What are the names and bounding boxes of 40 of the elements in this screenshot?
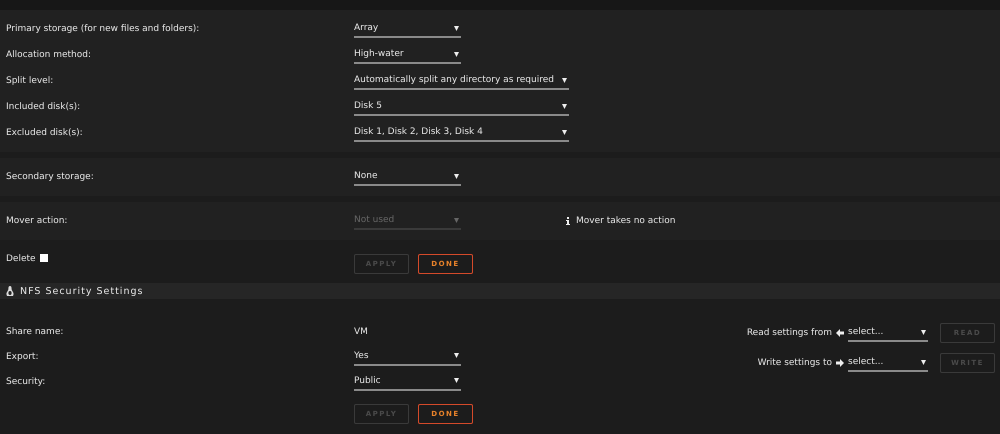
arrow-left-icon: [836, 329, 844, 337]
caret-icon: [921, 360, 926, 364]
field-label: Write settings to: [758, 358, 832, 368]
dropdown-field[interactable]: High-water: [354, 46, 461, 64]
arrow-right-icon: [836, 359, 844, 367]
field-value: VM: [354, 326, 368, 336]
field-label: Excluded disk(s):: [5, 128, 84, 138]
dropdown-field[interactable]: Public: [354, 372, 461, 390]
field-label: Primary storage (for new files and folders):: [5, 24, 200, 34]
caret-icon: [454, 353, 459, 358]
dropdown-field[interactable]: Disk 1, Disk 2, Disk 3, Disk 4: [354, 124, 569, 142]
field-label: Read settings from: [746, 328, 832, 338]
caret-icon: [562, 104, 567, 108]
caret-icon: [454, 218, 459, 222]
field-label: Share name:: [5, 326, 64, 336]
penguin-icon: [6, 286, 14, 296]
delete-checkbox[interactable]: Delete: [0, 254, 354, 276]
field-label: Mover action:: [5, 216, 68, 226]
field-label: Security:: [5, 376, 46, 386]
caret-icon: [454, 174, 459, 178]
caret-icon: [562, 130, 567, 134]
field-label: Export:: [5, 352, 40, 362]
caret-icon: [454, 26, 459, 30]
dropdown-field[interactable]: Array: [354, 20, 461, 38]
caret-icon: [454, 52, 459, 56]
info-note: Mover takes no action: [576, 216, 676, 226]
caret-icon: [562, 78, 567, 82]
dropdown-field[interactable]: None: [354, 168, 461, 186]
caret-icon: [921, 330, 926, 334]
dropdown-field[interactable]: Disk 5: [354, 98, 569, 116]
info-icon: [566, 217, 570, 225]
dropdown-field[interactable]: Yes: [354, 348, 461, 366]
field-label: Allocation method:: [5, 50, 92, 60]
field-label: Included disk(s):: [5, 102, 82, 112]
section-title: NFS Security Settings: [20, 286, 144, 297]
field-label: Split level:: [5, 76, 54, 86]
checkbox[interactable]: [40, 254, 48, 262]
field-label: Secondary storage:: [5, 172, 95, 182]
caret-icon: [454, 378, 459, 383]
dropdown-field[interactable]: Automatically split any directory as required: [354, 72, 569, 90]
